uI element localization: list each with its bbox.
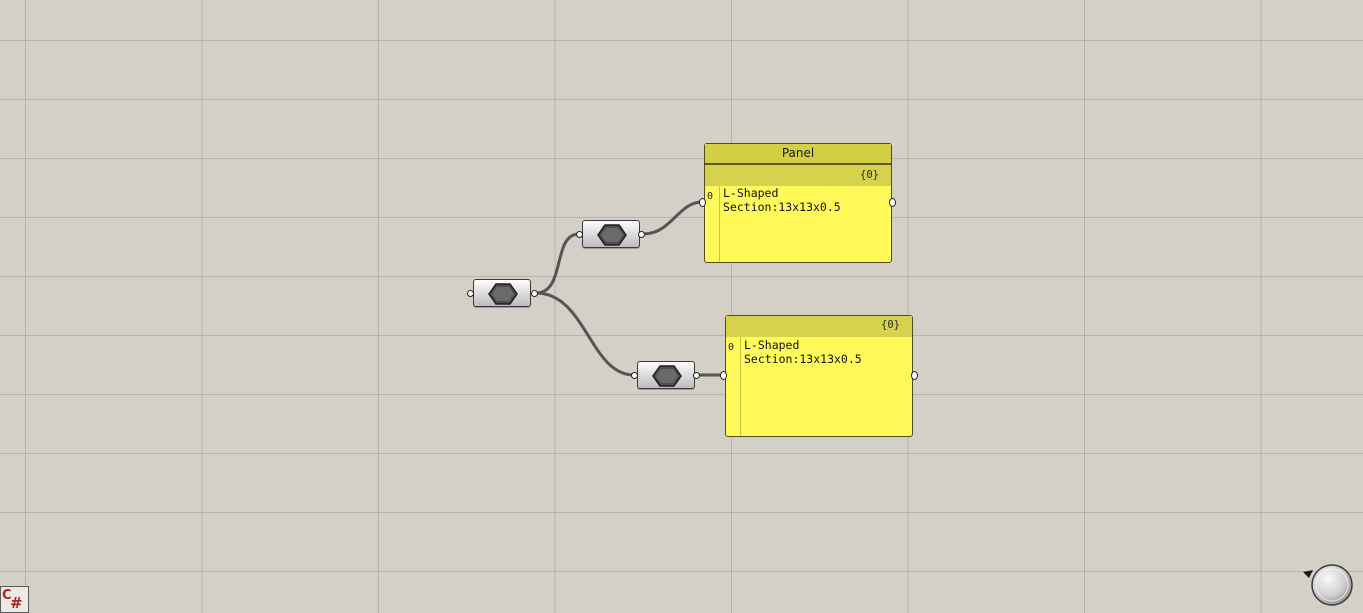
relay-upper-output-grip[interactable] <box>638 231 645 238</box>
wire-relay-to-upper-relay[interactable] <box>535 232 580 295</box>
hexagon-relay-icon <box>597 224 627 246</box>
panel-content-text[interactable]: L-Shaped Section:13x13x0.5 <box>723 186 887 214</box>
relay-source-output-grip[interactable] <box>531 290 538 297</box>
panel-bottom-input-grip[interactable] <box>720 371 727 380</box>
panel-bottom[interactable]: {0} 0 L-Shaped Section:13x13x0.5 <box>725 315 913 437</box>
panel-top-input-grip[interactable] <box>699 198 706 207</box>
panel-bottom-output-grip[interactable] <box>911 371 918 380</box>
panel-data-path: {0} <box>705 165 891 186</box>
csharp-script-icon[interactable]: C # <box>0 586 29 613</box>
panel-data-path: {0} <box>726 316 912 337</box>
navigation-compass-icon[interactable] <box>1301 562 1355 608</box>
relay-source-input-grip[interactable] <box>467 290 474 297</box>
relay-lower-output-grip[interactable] <box>693 372 700 379</box>
relay-lower-input-grip[interactable] <box>631 372 638 379</box>
panel-item-index: 0 <box>707 191 714 202</box>
relay-node-source[interactable] <box>473 279 531 307</box>
wire-layer <box>535 200 724 377</box>
panel-top-output-grip[interactable] <box>889 198 896 207</box>
panel-top[interactable]: Panel {0} 0 L-Shaped Section:13x13x0.5 <box>704 143 892 263</box>
panel-content-text[interactable]: L-Shaped Section:13x13x0.5 <box>744 338 908 366</box>
grasshopper-canvas[interactable]: Panel {0} 0 L-Shaped Section:13x13x0.5 {… <box>0 0 1363 613</box>
relay-node-lower[interactable] <box>637 361 695 389</box>
panel-title: Panel <box>705 144 891 165</box>
panel-index-divider <box>719 186 720 262</box>
relay-node-upper[interactable] <box>582 220 640 248</box>
hexagon-relay-icon <box>488 283 518 305</box>
hexagon-relay-icon <box>652 365 682 387</box>
relay-upper-input-grip[interactable] <box>576 231 583 238</box>
panel-item-index: 0 <box>728 342 735 353</box>
wire-relay-to-lower-relay[interactable] <box>535 291 635 377</box>
csharp-icon-hash: # <box>10 594 23 612</box>
panel-index-divider <box>740 337 741 436</box>
wire-upper-relay-to-panel[interactable] <box>642 200 703 236</box>
